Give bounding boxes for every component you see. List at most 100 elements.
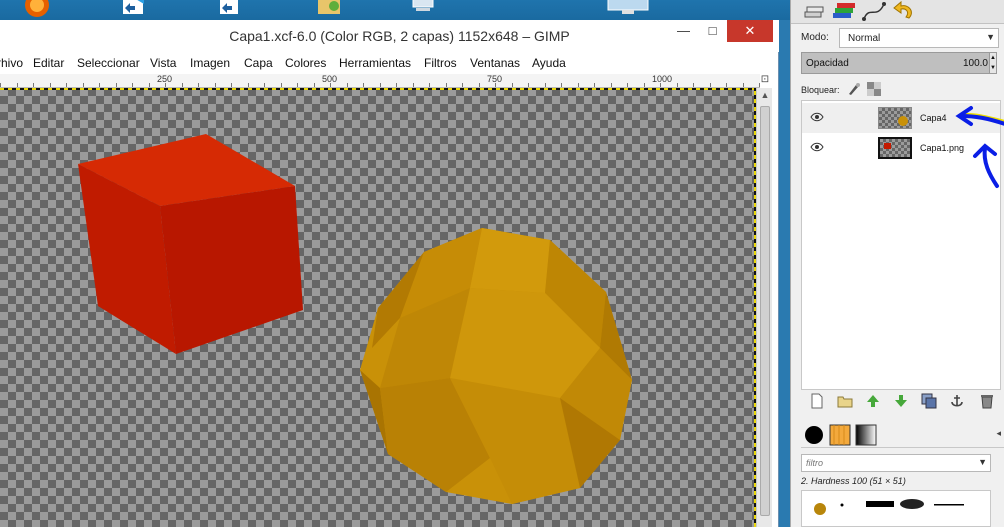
menu-ventanas[interactable]: Ventanas bbox=[470, 56, 520, 70]
cube-right-face bbox=[160, 186, 303, 354]
ruler-tick bbox=[511, 83, 513, 87]
ruler-tick bbox=[297, 83, 298, 87]
raise-layer-icon[interactable] bbox=[865, 393, 881, 409]
menu-seleccionar[interactable]: Seleccionar bbox=[77, 56, 140, 70]
menu-colores[interactable]: Colores bbox=[285, 56, 326, 70]
ruler-tick bbox=[709, 83, 711, 87]
image-canvas[interactable] bbox=[0, 88, 756, 527]
title-bar[interactable]: Capa1.xcf-6.0 (Color RGB, 2 capas) 1152x… bbox=[0, 20, 779, 52]
maximize-button[interactable]: □ bbox=[698, 20, 727, 42]
ruler-tick bbox=[478, 83, 480, 87]
menu-bar: rhivo Editar Seleccionar Vista Imagen Ca… bbox=[0, 52, 779, 74]
opacity-label: Opacidad bbox=[806, 58, 849, 69]
sphere-thumb bbox=[898, 116, 908, 126]
scrollbar-thumb[interactable] bbox=[760, 106, 770, 516]
sphere-facet bbox=[470, 228, 550, 293]
paths-tab-icon[interactable] bbox=[859, 0, 889, 23]
ruler-tick bbox=[33, 83, 34, 87]
brush-grid[interactable] bbox=[801, 490, 991, 527]
ruler-tick bbox=[462, 83, 463, 87]
ruler-tick bbox=[115, 83, 117, 87]
minimize-button[interactable]: — bbox=[669, 20, 698, 42]
dock-tab-bar bbox=[791, 0, 1004, 24]
brush-tab-icon[interactable] bbox=[803, 424, 825, 446]
zoom-to-fit-icon[interactable]: ⊡ bbox=[758, 74, 772, 88]
menu-vista[interactable]: Vista bbox=[150, 56, 176, 70]
lock-pixels-brush-icon[interactable] bbox=[847, 82, 861, 96]
ruler-tick bbox=[231, 83, 232, 87]
scroll-up-icon[interactable]: ▲ bbox=[757, 90, 773, 102]
lock-alpha-icon[interactable] bbox=[867, 82, 881, 96]
undo-history-tab-icon[interactable] bbox=[889, 0, 919, 23]
ruler-tick bbox=[412, 83, 414, 87]
mode-select[interactable]: Normal ▼ bbox=[839, 28, 999, 48]
selected-brush-name: 2. Hardness 100 (51 × 51) bbox=[801, 476, 906, 486]
canvas-content bbox=[78, 134, 632, 504]
new-layer-icon[interactable] bbox=[809, 393, 825, 409]
ruler-tick bbox=[396, 83, 397, 87]
layers-toolbar bbox=[801, 392, 1001, 410]
ruler-tick bbox=[346, 83, 348, 87]
horizontal-ruler[interactable]: 250 500 750 1000 bbox=[0, 74, 760, 88]
anchor-layer-icon[interactable] bbox=[949, 393, 965, 409]
menu-herramientas[interactable]: Herramientas bbox=[339, 56, 411, 70]
network-icon[interactable] bbox=[606, 0, 650, 18]
ruler-tick bbox=[660, 83, 661, 87]
ruler-tick bbox=[148, 83, 150, 87]
dock-menu-icon[interactable]: ◂ bbox=[996, 428, 1001, 439]
mode-value: Normal bbox=[848, 33, 881, 44]
app-shortcut-icon[interactable] bbox=[120, 0, 146, 18]
opacity-value: 100.0 bbox=[962, 58, 988, 69]
channels-tab-icon[interactable] bbox=[829, 0, 859, 23]
ruler-tick bbox=[693, 83, 694, 87]
menu-imagen[interactable]: Imagen bbox=[190, 56, 230, 70]
menu-capa[interactable]: Capa bbox=[244, 56, 273, 70]
window-controls: — □ ✕ bbox=[669, 20, 773, 42]
mode-row: Modo: Normal ▼ bbox=[801, 28, 1004, 48]
ruler-tick bbox=[66, 83, 67, 87]
new-layer-group-icon[interactable] bbox=[837, 393, 853, 409]
eye-icon[interactable] bbox=[810, 142, 824, 152]
ruler-tick bbox=[214, 83, 216, 87]
ruler-tick bbox=[99, 83, 100, 87]
menu-filtros[interactable]: Filtros bbox=[424, 56, 457, 70]
pattern-tab-icon[interactable] bbox=[829, 424, 851, 446]
lower-layer-icon[interactable] bbox=[893, 393, 909, 409]
duplicate-layer-icon[interactable] bbox=[921, 393, 937, 409]
computer-icon[interactable] bbox=[410, 0, 436, 18]
gradient-tab-icon[interactable] bbox=[855, 424, 877, 446]
brush-preview bbox=[814, 503, 826, 515]
ruler-tick bbox=[82, 83, 84, 87]
ruler-tick bbox=[577, 83, 579, 87]
brushes-tab-bar: ◂ bbox=[801, 422, 1004, 448]
cube-thumb bbox=[884, 143, 891, 149]
menu-ayuda[interactable]: Ayuda bbox=[532, 56, 566, 70]
ruler-tick bbox=[544, 83, 546, 87]
folder-user-icon[interactable] bbox=[316, 0, 342, 18]
ruler-tick bbox=[165, 83, 166, 87]
layers-dock: Modo: Normal ▼ Opacidad 100.0 ▲ ▼ Bloquea… bbox=[790, 0, 1004, 527]
ruler-tick bbox=[610, 83, 612, 87]
document-shortcut-icon[interactable] bbox=[216, 0, 242, 18]
ruler-tick bbox=[676, 83, 678, 87]
menu-archivo[interactable]: rhivo bbox=[0, 56, 23, 70]
layer-name[interactable]: Capa4 bbox=[920, 113, 947, 123]
ruler-tick bbox=[445, 83, 447, 87]
ruler-tick bbox=[198, 83, 199, 87]
ruler-tick bbox=[247, 83, 249, 87]
ruler-tick bbox=[726, 83, 727, 87]
opacity-slider[interactable]: Opacidad 100.0 ▲ ▼ bbox=[801, 52, 997, 74]
eye-icon[interactable] bbox=[810, 112, 824, 122]
opacity-spin-button[interactable]: ▲ ▼ bbox=[989, 53, 996, 73]
vertical-scrollbar[interactable]: ▲ bbox=[756, 88, 772, 527]
brush-filter-input[interactable]: filtro ▼ bbox=[801, 454, 991, 472]
layers-tab-icon[interactable] bbox=[799, 0, 829, 23]
ruler-tick bbox=[379, 83, 381, 87]
menu-editar[interactable]: Editar bbox=[33, 56, 64, 70]
ruler-tick bbox=[49, 83, 51, 87]
delete-layer-icon[interactable] bbox=[979, 393, 995, 409]
brush-preview bbox=[900, 499, 924, 509]
brush-preview bbox=[840, 503, 844, 507]
close-button[interactable]: ✕ bbox=[727, 20, 773, 42]
firefox-icon[interactable] bbox=[24, 0, 50, 18]
